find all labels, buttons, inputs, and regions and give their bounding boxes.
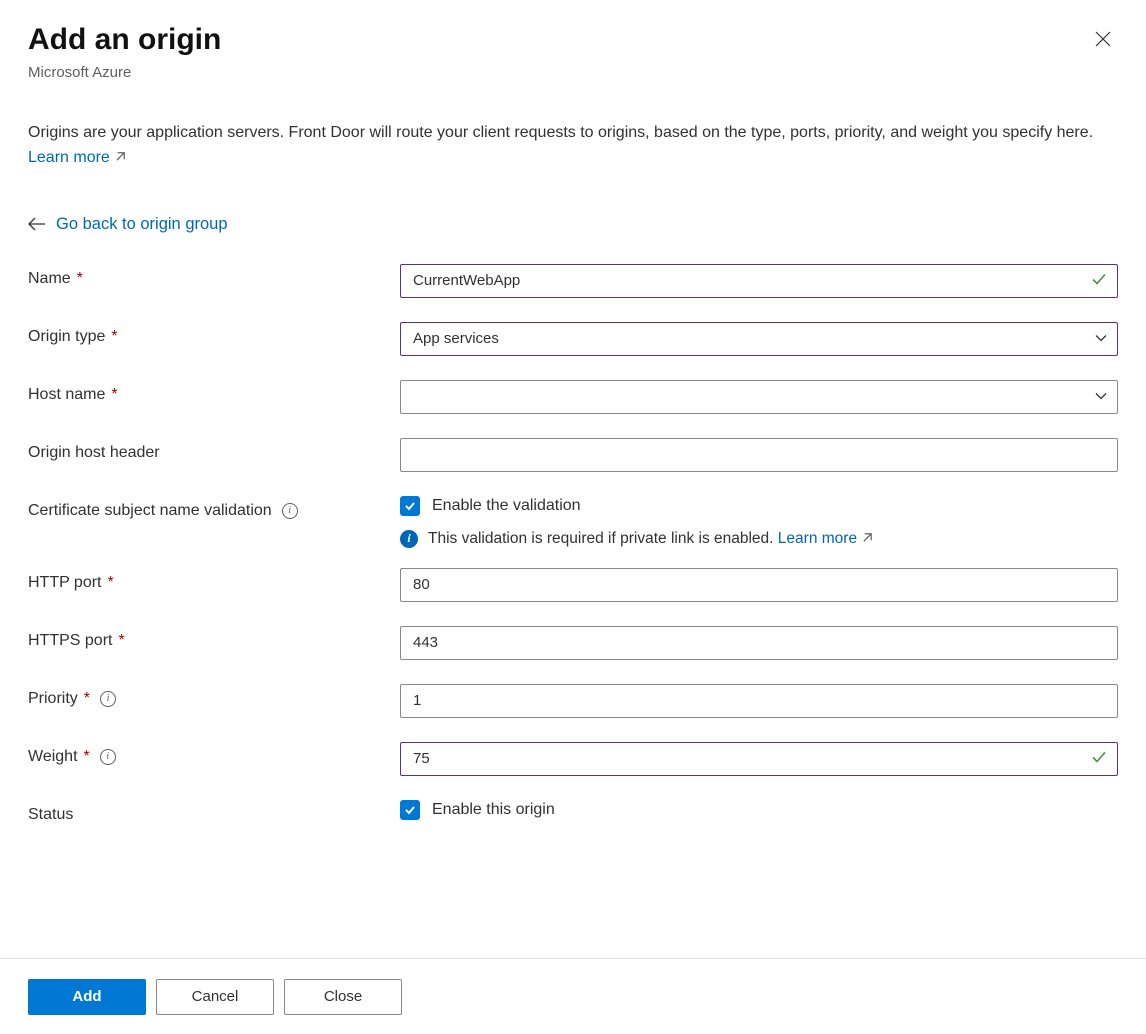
add-origin-panel: Add an origin Microsoft Azure Origins ar… xyxy=(0,0,1146,1034)
info-icon[interactable]: i xyxy=(100,749,116,765)
panel-subtitle: Microsoft Azure xyxy=(28,64,1118,81)
weight-label: Weight* i xyxy=(28,742,400,766)
checkmark-icon xyxy=(403,803,417,817)
cert-validation-row: Certificate subject name validation i En… xyxy=(28,496,1118,548)
close-icon xyxy=(1094,30,1112,48)
add-button[interactable]: Add xyxy=(28,979,146,1015)
host-name-label: Host name* xyxy=(28,380,400,404)
priority-input[interactable] xyxy=(400,684,1118,718)
required-star: * xyxy=(84,690,90,708)
learn-more-link[interactable]: Learn more xyxy=(28,149,127,166)
weight-input[interactable] xyxy=(400,742,1118,776)
host-name-row: Host name* xyxy=(28,380,1118,414)
validation-learn-more-link[interactable]: Learn more xyxy=(778,530,875,547)
cert-validation-label: Certificate subject name validation i xyxy=(28,496,400,520)
validation-info-note: i This validation is required if private… xyxy=(400,530,1118,548)
required-star: * xyxy=(108,574,114,592)
http-port-label: HTTP port* xyxy=(28,568,400,592)
enable-validation-label: Enable the validation xyxy=(432,497,581,515)
back-row: Go back to origin group xyxy=(28,215,1118,234)
panel-footer: Add Cancel Close xyxy=(0,958,1146,1034)
close-panel-button[interactable] xyxy=(1088,24,1118,57)
status-row: Status Enable this origin xyxy=(28,800,1118,824)
info-icon[interactable]: i xyxy=(100,691,116,707)
required-star: * xyxy=(77,270,83,288)
validation-info-text: This validation is required if private l… xyxy=(428,530,778,547)
enable-origin-label: Enable this origin xyxy=(432,801,555,819)
http-port-row: HTTP port* xyxy=(28,568,1118,602)
enable-origin-checkbox[interactable] xyxy=(400,800,420,820)
origin-type-label: Origin type* xyxy=(28,322,400,346)
http-port-input[interactable] xyxy=(400,568,1118,602)
name-input[interactable] xyxy=(400,264,1118,298)
https-port-input[interactable] xyxy=(400,626,1118,660)
priority-label: Priority* i xyxy=(28,684,400,708)
https-port-label: HTTPS port* xyxy=(28,626,400,650)
back-to-origin-group-link[interactable]: Go back to origin group xyxy=(56,215,228,234)
status-label: Status xyxy=(28,800,400,824)
info-badge-icon: i xyxy=(400,530,418,548)
origin-host-header-row: Origin host header xyxy=(28,438,1118,472)
arrow-left-icon xyxy=(28,217,46,231)
origin-type-select[interactable]: App services xyxy=(400,322,1118,356)
origin-type-row: Origin type* App services xyxy=(28,322,1118,356)
enable-validation-checkbox[interactable] xyxy=(400,496,420,516)
external-link-icon xyxy=(861,531,874,544)
required-star: * xyxy=(111,328,117,346)
description-text: Origins are your application servers. Fr… xyxy=(28,124,1093,141)
https-port-row: HTTPS port* xyxy=(28,626,1118,660)
origin-form: Name* Origin type* App services xyxy=(28,264,1118,824)
panel-description: Origins are your application servers. Fr… xyxy=(28,121,1118,171)
panel-header: Add an origin Microsoft Azure xyxy=(28,22,1118,81)
weight-row: Weight* i xyxy=(28,742,1118,776)
name-label: Name* xyxy=(28,264,400,288)
required-star: * xyxy=(84,748,90,766)
checkmark-icon xyxy=(403,499,417,513)
host-name-select[interactable] xyxy=(400,380,1118,414)
origin-host-header-label: Origin host header xyxy=(28,438,400,462)
info-icon[interactable]: i xyxy=(282,503,298,519)
required-star: * xyxy=(118,632,124,650)
required-star: * xyxy=(111,386,117,404)
panel-title: Add an origin xyxy=(28,22,1118,58)
origin-host-header-input[interactable] xyxy=(400,438,1118,472)
close-button[interactable]: Close xyxy=(284,979,402,1015)
name-row: Name* xyxy=(28,264,1118,298)
priority-row: Priority* i xyxy=(28,684,1118,718)
cancel-button[interactable]: Cancel xyxy=(156,979,274,1015)
external-link-icon xyxy=(114,150,127,163)
